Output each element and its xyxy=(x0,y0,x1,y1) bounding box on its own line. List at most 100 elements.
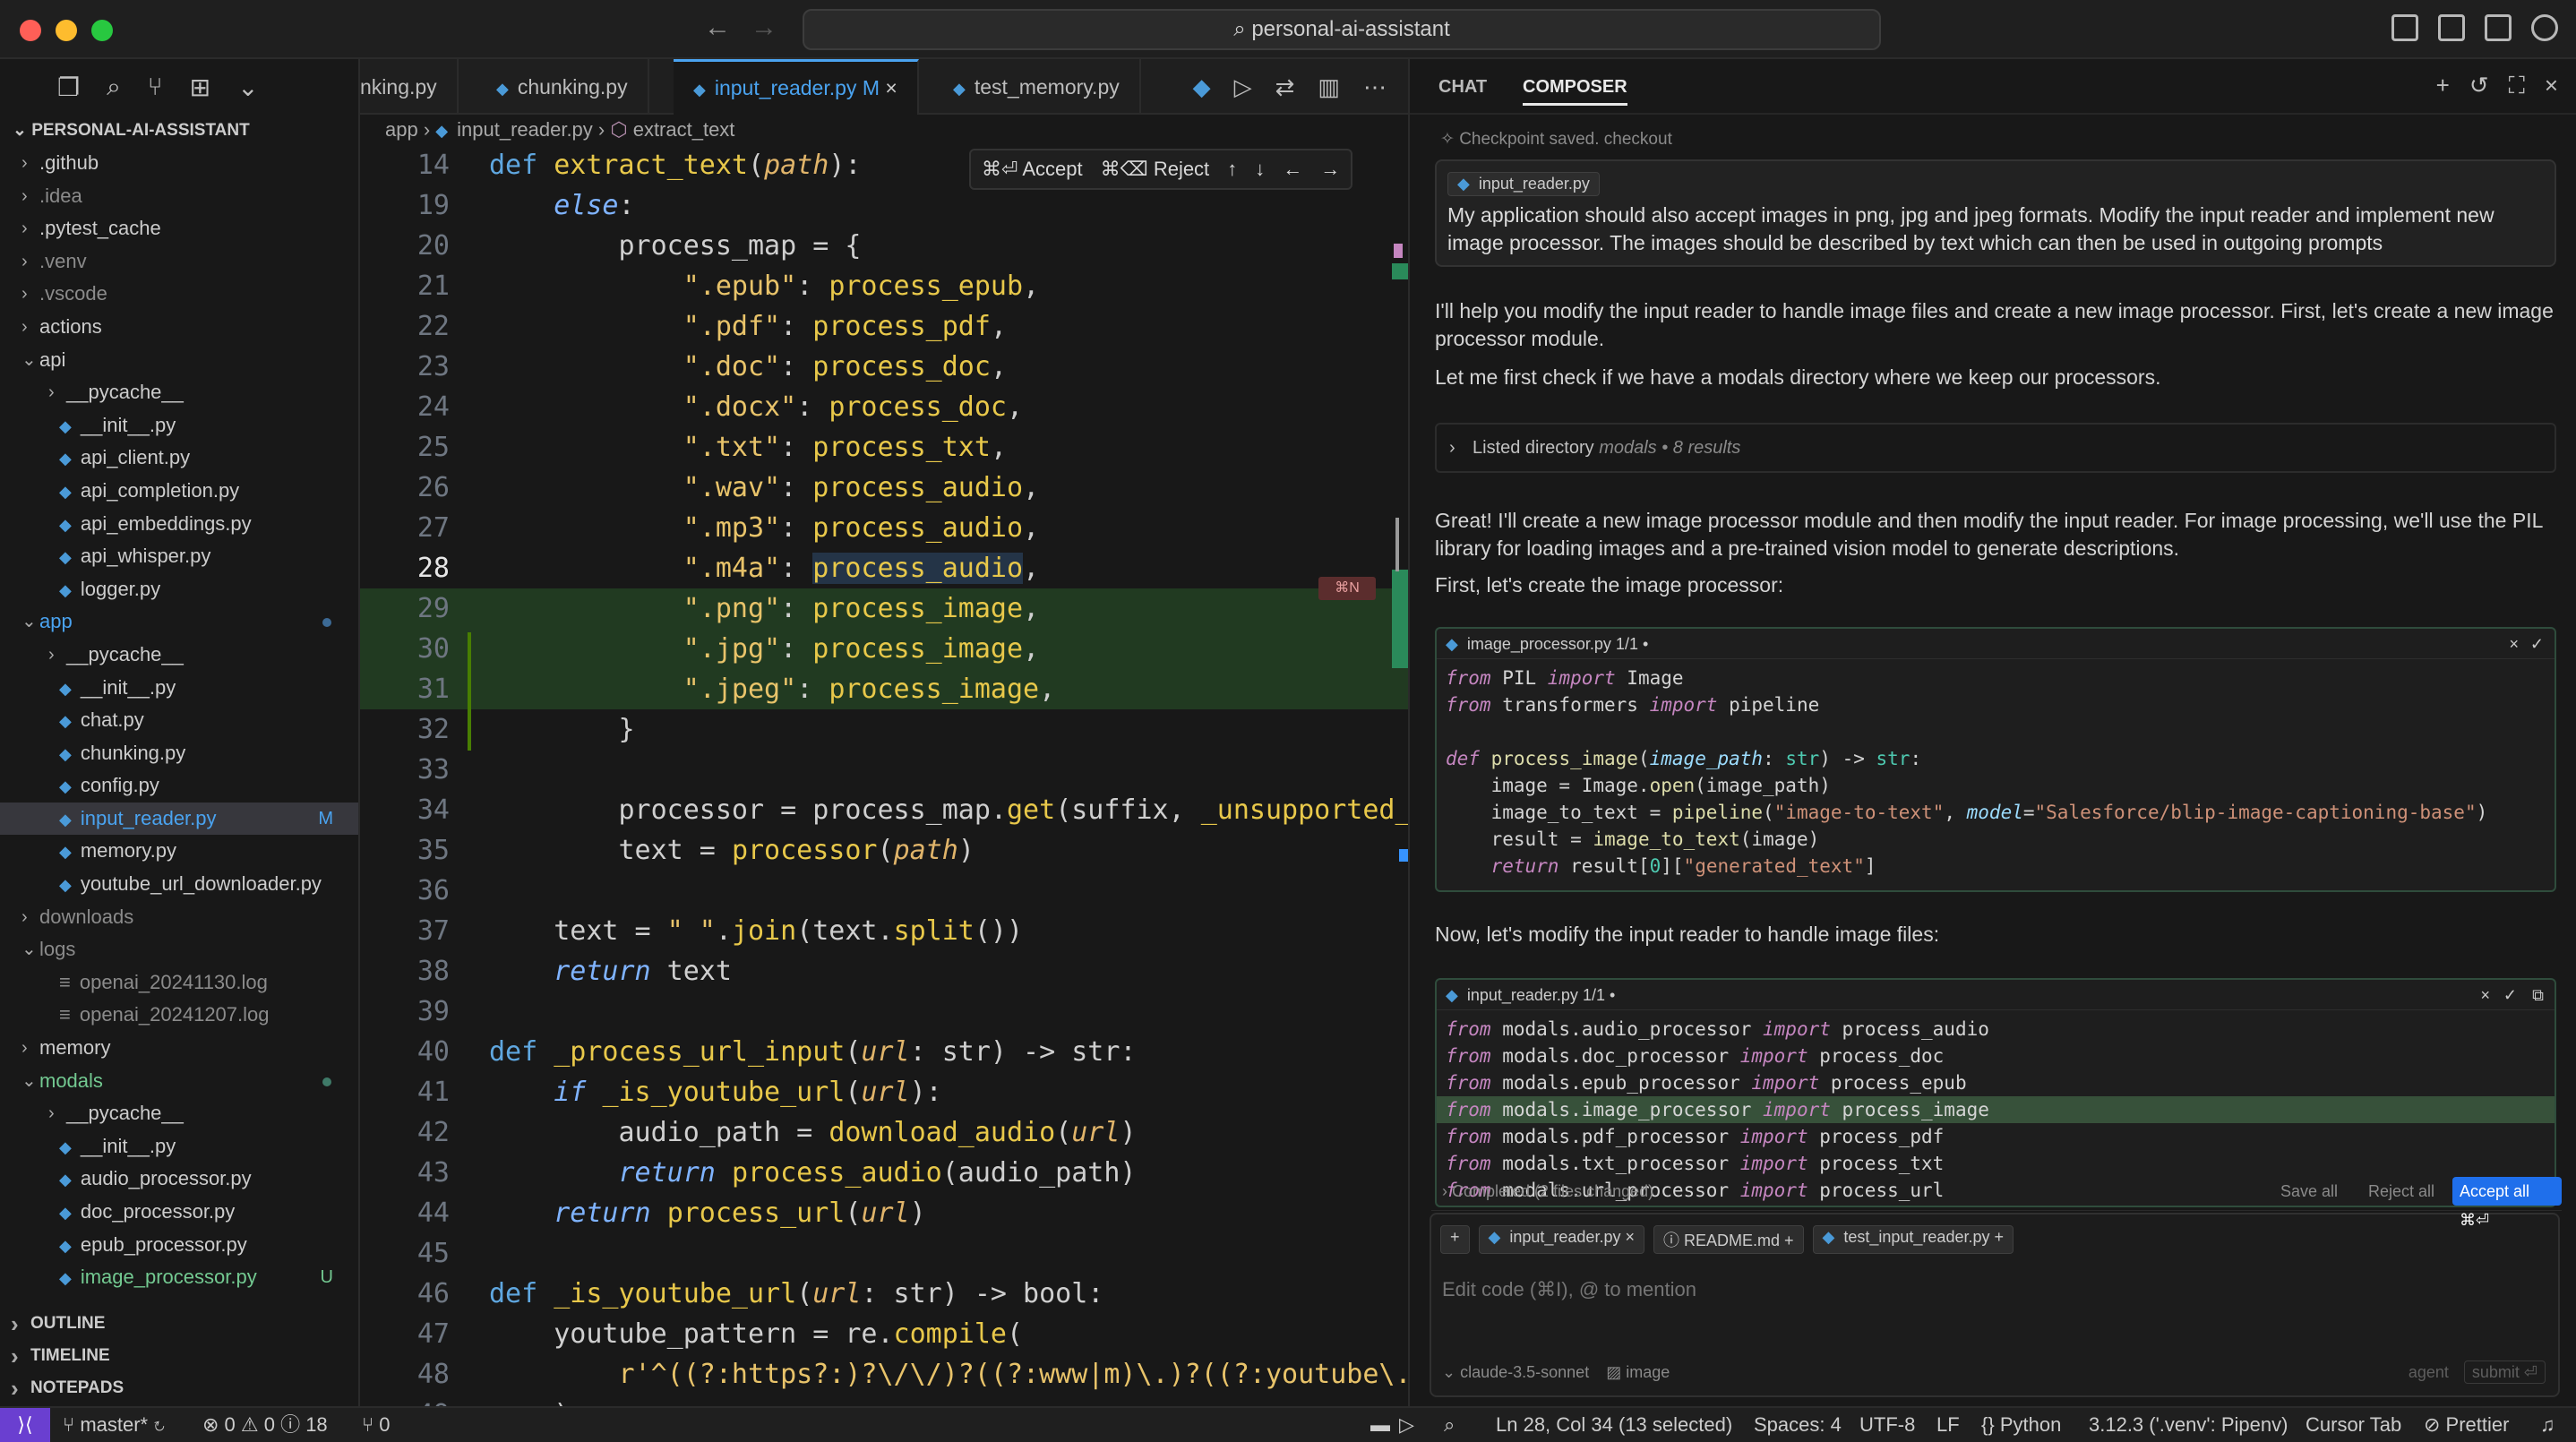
tree-folder[interactable]: ⌄ api xyxy=(0,344,358,377)
tree-file[interactable]: ◆ api_embeddings.py xyxy=(0,508,358,541)
tree-folder[interactable]: ⌄ modals xyxy=(0,1065,358,1098)
tree-file[interactable]: ◆ doc_processor.py xyxy=(0,1196,358,1229)
tree-file[interactable]: ◆ memory.py xyxy=(0,835,358,868)
tree-file[interactable]: ≡ openai_20241130.log xyxy=(0,966,358,1000)
toggle-panel-icon[interactable] xyxy=(2438,14,2465,41)
split-editor-icon[interactable]: ▥ xyxy=(1318,73,1340,101)
run-icon[interactable]: ▷ xyxy=(1234,73,1252,101)
arrow-right-icon[interactable]: → xyxy=(1320,158,1340,181)
tree-folder[interactable]: › __pycache__ xyxy=(0,639,358,672)
tab-chunking-partial[interactable]: nking.py xyxy=(360,59,459,115)
toggle-secondary-sidebar-icon[interactable] xyxy=(2485,14,2512,41)
cursor-tab-status[interactable]: Cursor Tab xyxy=(2306,1408,2401,1442)
search-icon[interactable]: ⌕ xyxy=(107,73,121,102)
breadcrumb-symbol[interactable]: extract_text xyxy=(633,118,735,141)
accept-all-button[interactable]: Accept all ⌘⏎ xyxy=(2452,1177,2562,1229)
tab-test-memory[interactable]: ◆ test_memory.py xyxy=(933,59,1141,115)
arrow-down-icon[interactable]: ↓ xyxy=(1255,158,1265,181)
tree-folder[interactable]: › actions xyxy=(0,311,358,344)
scrollbar[interactable] xyxy=(1395,518,1399,571)
python-interpreter[interactable]: 3.12.3 ('.venv': Pipenv) xyxy=(2089,1408,2288,1442)
files-icon[interactable]: ❐ xyxy=(57,73,80,102)
tree-file[interactable]: ◆ youtube_url_downloader.py xyxy=(0,868,358,901)
tree-folder[interactable]: ⌄ app xyxy=(0,605,358,639)
remote-icon[interactable]: ⟩⟨ xyxy=(0,1408,50,1442)
add-context-button[interactable]: + xyxy=(1440,1225,1470,1254)
tree-file[interactable]: ◆ api_completion.py xyxy=(0,475,358,508)
context-chip[interactable]: ⓘ README.md + xyxy=(1653,1225,1804,1254)
tree-file[interactable]: ≡ openai_20241207.log xyxy=(0,999,358,1032)
tree-file[interactable]: ◆ chunking.py xyxy=(0,737,358,770)
plus-icon[interactable]: + xyxy=(2436,72,2450,100)
context-chip[interactable]: ◆ test_input_reader.py + xyxy=(1812,1225,2014,1254)
close-window-button[interactable] xyxy=(20,20,41,41)
tree-folder[interactable]: › __pycache__ xyxy=(0,376,358,409)
forward-arrow-icon[interactable]: → xyxy=(751,13,777,43)
python-icon[interactable]: ◆ xyxy=(1193,73,1211,101)
problems-indicator[interactable]: ⊗ 0 ⚠ 0 ⓘ 18 xyxy=(202,1408,328,1442)
notepads-section[interactable]: NOTEPADS xyxy=(0,1372,360,1404)
close-icon[interactable]: × xyxy=(2545,72,2558,100)
breadcrumb-file[interactable]: input_reader.py xyxy=(457,118,593,141)
source-control-icon[interactable]: ⑂ xyxy=(148,73,163,101)
tab-input-reader[interactable]: ◆ input_reader.py M × xyxy=(674,59,919,115)
submit-button[interactable]: submit ⏎ xyxy=(2463,1360,2546,1384)
minimize-window-button[interactable] xyxy=(56,20,77,41)
extensions-icon[interactable]: ⊞ xyxy=(190,73,210,102)
indentation[interactable]: Spaces: 4 xyxy=(1754,1408,1842,1442)
command-center-search[interactable]: ⌕ personal-ai-assistant xyxy=(803,9,1881,50)
listed-directory-step[interactable]: › Listed directory modals • 8 results xyxy=(1435,423,2556,473)
encoding[interactable]: UTF-8 xyxy=(1859,1408,1915,1442)
branch-indicator[interactable]: ⑂ master* ↻ xyxy=(63,1408,165,1442)
close-icon[interactable]: × xyxy=(885,76,897,99)
check-icon[interactable]: ✓ xyxy=(2503,980,2517,1010)
tab-composer[interactable]: COMPOSER xyxy=(1523,77,1627,106)
reject-all-button[interactable]: Reject all xyxy=(2368,1172,2434,1211)
tree-folder[interactable]: › .github xyxy=(0,147,358,180)
prettier-status[interactable]: ⊘ Prettier xyxy=(2424,1408,2509,1442)
model-selector[interactable]: ⌄ claude-3.5-sonnet xyxy=(1442,1363,1589,1381)
tree-file[interactable]: ◆ audio_processor.py xyxy=(0,1163,358,1196)
history-icon[interactable]: ↺ xyxy=(2469,72,2489,100)
reject-button[interactable]: ⌘⌫ Reject xyxy=(1101,158,1210,181)
terminal-icon[interactable]: ▬ xyxy=(1370,1408,1390,1442)
tree-folder[interactable]: › memory xyxy=(0,1032,358,1065)
tree-file[interactable]: ◆ epub_processor.py xyxy=(0,1229,358,1262)
arrow-up-icon[interactable]: ↑ xyxy=(1227,158,1237,181)
composer-input[interactable] xyxy=(1442,1272,2535,1308)
accept-button[interactable]: ⌘⏎ Accept xyxy=(982,158,1083,181)
close-icon[interactable]: × xyxy=(2509,629,2519,659)
tree-file[interactable]: ◆ __init__.py xyxy=(0,1130,358,1163)
more-icon[interactable]: ⋯ xyxy=(1363,73,1387,101)
tree-file[interactable]: ◆ api_whisper.py xyxy=(0,540,358,573)
tree-file[interactable]: ◆ api_client.py xyxy=(0,442,358,475)
tree-folder[interactable]: › .pytest_cache xyxy=(0,212,358,245)
tree-file[interactable]: ◆ __init__.py xyxy=(0,409,358,442)
compare-icon[interactable]: ⇄ xyxy=(1275,73,1295,101)
check-icon[interactable]: ✓ xyxy=(2530,629,2544,659)
outline-section[interactable]: OUTLINE xyxy=(0,1308,360,1340)
tree-file[interactable]: ◆ logger.py xyxy=(0,573,358,606)
line-ending[interactable]: LF xyxy=(1936,1408,1960,1442)
chevron-down-icon[interactable]: ⌄ xyxy=(237,73,258,102)
tab-chat[interactable]: CHAT xyxy=(1438,77,1487,98)
tree-folder[interactable]: › .venv xyxy=(0,245,358,279)
maximize-icon[interactable]: ⛶ xyxy=(2509,72,2525,100)
zoom-icon[interactable]: ⌕ xyxy=(1444,1408,1455,1442)
tree-file[interactable]: ◆ image_processor.py U xyxy=(0,1261,358,1294)
context-chip[interactable]: ◆ input_reader.py × xyxy=(1478,1225,1644,1254)
ports-indicator[interactable]: ⑂ 0 xyxy=(362,1408,391,1442)
tab-chunking[interactable]: ◆ chunking.py xyxy=(477,59,649,115)
file-chip[interactable]: ◆ input_reader.py xyxy=(1447,172,1600,196)
zoom-window-button[interactable] xyxy=(91,20,113,41)
timeline-section[interactable]: TIMELINE xyxy=(0,1340,360,1372)
completed-summary[interactable]: › Completed (2 files changed) xyxy=(1442,1172,1653,1211)
breadcrumb-folder[interactable]: app xyxy=(385,118,418,141)
cursor-position[interactable]: Ln 28, Col 34 (13 selected) xyxy=(1496,1408,1732,1442)
image-button[interactable]: ▨ image xyxy=(1606,1363,1670,1381)
tree-folder[interactable]: › downloads xyxy=(0,901,358,934)
checkpoint-note[interactable]: ✧ Checkpoint saved. checkout xyxy=(1440,129,1672,150)
explorer-root[interactable]: ⌄ PERSONAL-AI-ASSISTANT xyxy=(0,115,358,147)
toggle-sidebar-icon[interactable] xyxy=(2391,14,2418,41)
arrow-left-icon[interactable]: ← xyxy=(1283,158,1302,181)
